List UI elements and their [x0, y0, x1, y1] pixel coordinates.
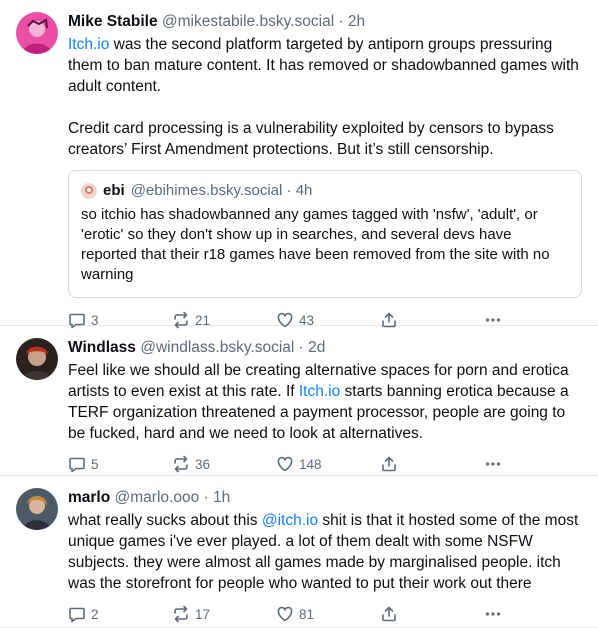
avatar[interactable] — [16, 338, 58, 380]
share-icon — [382, 606, 396, 622]
share-icon — [382, 456, 396, 472]
itch-link[interactable]: Itch.io — [68, 36, 109, 53]
author-name[interactable]: Mike Stabile — [68, 13, 158, 30]
quote-text: so itchio has shadowbanned any games tag… — [81, 206, 550, 283]
post-time[interactable]: 2d — [308, 339, 325, 356]
reply-icon — [69, 457, 85, 473]
more-icon — [485, 462, 501, 466]
heart-icon — [277, 606, 293, 622]
quote-time: 4h — [295, 182, 313, 199]
itch-link[interactable]: Itch.io — [299, 383, 340, 400]
avatar[interactable] — [16, 12, 58, 54]
post[interactable]: marlo @marlo.ooo · 1h what really sucks … — [0, 476, 598, 628]
author-handle[interactable]: @windlass.bsky.social — [140, 339, 294, 356]
post-text: Itch.io was the second platform targeted… — [68, 34, 582, 160]
post[interactable]: Windlass @windlass.bsky.social · 2d Feel… — [0, 326, 598, 476]
post-text-part: what really sucks about this — [68, 512, 262, 529]
author-name[interactable]: marlo — [68, 489, 110, 506]
separator: · — [334, 13, 348, 30]
post-text-part: was the second platform targeted by anti… — [68, 36, 579, 95]
repost-count: 36 — [195, 456, 211, 472]
reply-count: 2 — [91, 606, 99, 622]
separator: · — [294, 339, 309, 356]
quote-avatar — [81, 183, 97, 199]
avatar[interactable] — [16, 488, 58, 530]
post-time[interactable]: 1h — [213, 489, 230, 506]
post-actions: 2 17 81 — [68, 604, 582, 624]
separator: · — [199, 489, 213, 506]
repost-count: 17 — [195, 606, 211, 622]
like-count: 81 — [299, 606, 315, 622]
post-text: Feel like we should all be creating alte… — [68, 360, 582, 444]
post-text: what really sucks about this @itch.io sh… — [68, 510, 582, 594]
repost-icon — [174, 605, 188, 623]
reply-icon — [69, 607, 85, 623]
quote-author: ebi — [103, 182, 125, 199]
post-text-part: Credit card processing is a vulnerabilit… — [68, 120, 554, 158]
share-button[interactable] — [380, 605, 484, 623]
reply-button[interactable]: 5 — [68, 455, 172, 473]
quoted-post[interactable]: ebi @ebihimes.bsky.social · 4h so itchio… — [68, 170, 582, 298]
itch-mention[interactable]: @itch.io — [262, 512, 318, 529]
reply-button[interactable]: 2 — [68, 605, 172, 623]
reply-count: 5 — [91, 456, 99, 472]
repost-icon — [174, 455, 188, 473]
like-button[interactable]: 81 — [276, 605, 380, 623]
feed: Mike Stabile @mikestabile.bsky.social · … — [0, 0, 598, 628]
post[interactable]: Mike Stabile @mikestabile.bsky.social · … — [0, 0, 598, 329]
author-name[interactable]: Windlass — [68, 339, 136, 356]
share-button[interactable] — [380, 455, 484, 473]
more-button[interactable] — [484, 605, 514, 623]
quote-handle: @ebihimes.bsky.social — [130, 182, 283, 199]
like-button[interactable]: 148 — [276, 455, 380, 473]
post-actions: 5 36 148 — [68, 454, 582, 474]
like-count: 148 — [299, 456, 322, 472]
more-button[interactable] — [484, 455, 514, 473]
author-handle[interactable]: @marlo.ooo — [115, 489, 200, 506]
separator: · — [282, 182, 296, 199]
post-time[interactable]: 2h — [348, 13, 365, 30]
heart-icon — [277, 456, 293, 472]
author-handle[interactable]: @mikestabile.bsky.social — [162, 13, 334, 30]
repost-button[interactable]: 17 — [172, 605, 276, 623]
more-icon — [485, 612, 501, 616]
repost-button[interactable]: 36 — [172, 455, 276, 473]
